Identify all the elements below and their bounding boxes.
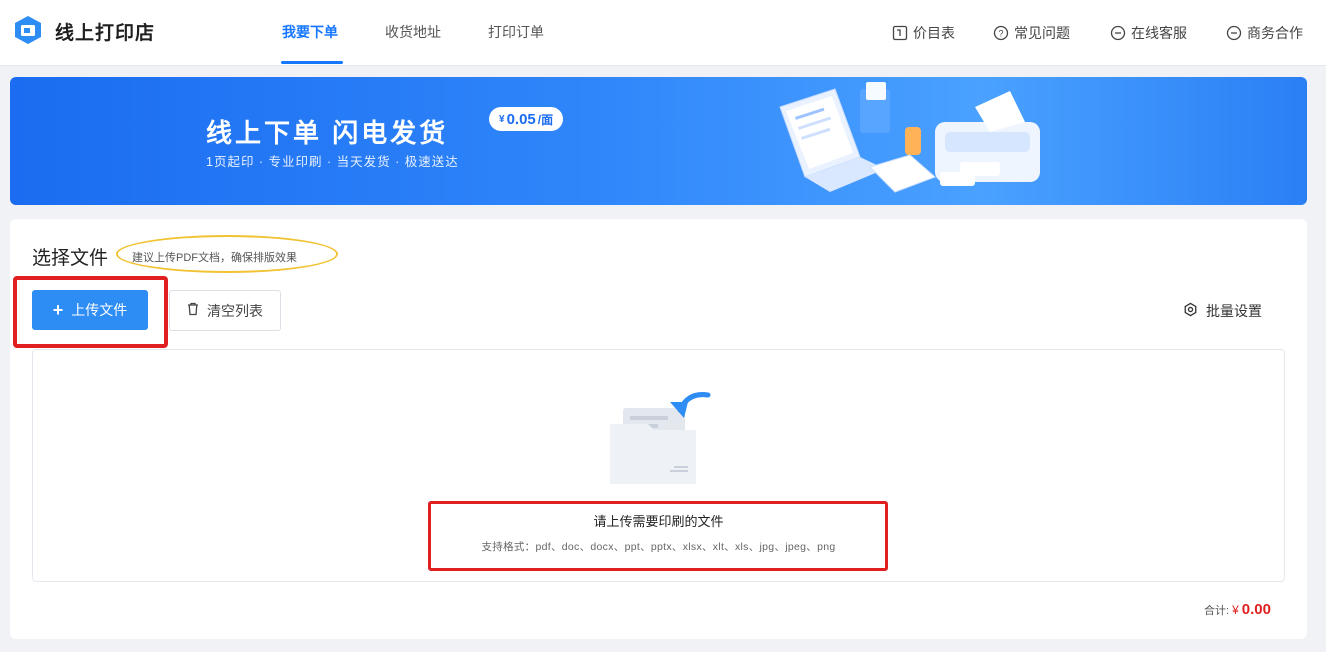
price-value: 0.05 <box>506 110 536 128</box>
active-tab-indicator <box>281 61 343 64</box>
gear-icon <box>1183 302 1198 320</box>
price-currency: ¥ <box>499 113 505 125</box>
total-amount: 0.00 <box>1241 601 1271 618</box>
plus-icon: + <box>52 300 64 320</box>
brand-name[interactable]: 线上打印店 <box>55 18 155 45</box>
upload-file-label: 上传文件 <box>71 302 128 318</box>
price-badge: ¥ 0.05 /面 <box>489 107 564 131</box>
question-icon: ? <box>993 25 1009 41</box>
promo-banner[interactable]: 线上下单 闪电发货 ¥ 0.05 /面 1页起印 · 专业印刷 · 当天发货 ·… <box>10 77 1307 205</box>
tab-print-orders[interactable]: 打印订单 <box>488 22 544 42</box>
supported-formats: 支持格式：pdf、doc、docx、ppt、pptx、xlsx、xlt、xls、… <box>481 541 836 553</box>
dropzone-title: 请上传需要印刷的文件 <box>593 514 724 529</box>
banner-title: 线上下单 闪电发货 <box>206 118 449 148</box>
total-label: 合计: <box>1204 605 1230 617</box>
order-total: 合计: ¥ 0.00 <box>1204 601 1271 618</box>
price-list-label: 价目表 <box>913 25 955 41</box>
trash-icon <box>187 302 199 319</box>
price-list-icon <box>892 25 908 41</box>
clear-list-label: 清空列表 <box>207 302 263 319</box>
file-dropzone[interactable]: 请上传需要印刷的文件 支持格式：pdf、doc、docx、ppt、pptx、xl… <box>32 349 1285 582</box>
chat-icon <box>1110 25 1126 41</box>
logo-icon[interactable] <box>12 14 44 46</box>
printer-illustration <box>779 82 1040 193</box>
online-support-link[interactable]: 在线客服 <box>1110 23 1187 43</box>
faq-link[interactable]: ? 常见问题 <box>993 23 1070 43</box>
online-support-label: 在线客服 <box>1131 25 1187 41</box>
file-select-card: 选择文件 建议上传PDF文档，确保排版效果 + 上传文件 清空列表 批量设置 请… <box>10 219 1307 639</box>
section-title: 选择文件 <box>32 248 109 269</box>
svg-text:?: ? <box>998 29 1003 39</box>
batch-settings-button[interactable]: 批量设置 <box>1183 301 1262 321</box>
banner-subtitle: 1页起印 · 专业印刷 · 当天发货 · 极速送达 <box>206 155 459 169</box>
total-currency: ¥ <box>1232 603 1239 617</box>
upload-hint: 建议上传PDF文档，确保排版效果 <box>132 252 297 264</box>
price-unit: /面 <box>537 112 554 127</box>
business-cooperation-label: 商务合作 <box>1247 25 1303 41</box>
folder-upload-icon <box>610 392 711 484</box>
tab-shipping-address[interactable]: 收货地址 <box>385 22 441 42</box>
tab-place-order[interactable]: 我要下单 <box>282 22 338 42</box>
price-list-link[interactable]: 价目表 <box>892 23 955 43</box>
batch-settings-label: 批量设置 <box>1206 303 1262 319</box>
upload-file-button[interactable]: + 上传文件 <box>32 290 148 330</box>
clear-list-button[interactable]: 清空列表 <box>169 290 281 331</box>
chat-icon <box>1226 25 1242 41</box>
top-header: 线上打印店 我要下单 收货地址 打印订单 价目表 ? 常见问题 在线客服 商务合… <box>0 0 1326 66</box>
business-cooperation-link[interactable]: 商务合作 <box>1226 23 1303 43</box>
faq-label: 常见问题 <box>1014 25 1070 41</box>
